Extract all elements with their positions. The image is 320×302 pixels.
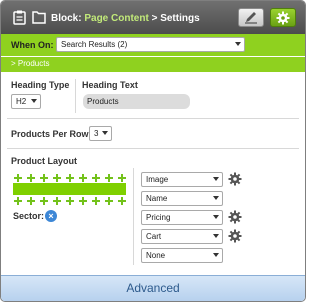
product-layout-label: Product Layout — [11, 156, 78, 166]
add-icon[interactable] — [53, 174, 61, 182]
gear-icon[interactable] — [228, 229, 242, 245]
heading-text-input[interactable]: Products — [83, 94, 190, 109]
add-icon[interactable] — [118, 197, 126, 205]
breadcrumb: Block: Page Content > Settings — [51, 13, 200, 24]
add-icon[interactable] — [40, 197, 48, 205]
chevron-down-icon — [213, 196, 219, 200]
chevron-down-icon — [102, 131, 108, 135]
add-icon[interactable] — [79, 197, 87, 205]
layout-sector-bar[interactable] — [13, 183, 126, 195]
settings-button[interactable] — [270, 8, 296, 27]
layout-slot-1-value: Image — [146, 175, 169, 184]
products-per-row-select[interactable]: 3 — [89, 126, 112, 141]
block-settings-panel: Block: Page Content > Settings When On: … — [0, 0, 306, 302]
layout-slot-5-value: None — [146, 251, 166, 260]
divider — [7, 118, 299, 119]
layout-add-row-top — [14, 174, 126, 182]
layout-slot-2-select[interactable]: Name — [141, 191, 223, 206]
add-icon[interactable] — [92, 197, 100, 205]
divider — [133, 168, 134, 265]
chevron-down-icon — [31, 99, 37, 103]
chevron-down-icon — [213, 253, 219, 257]
add-icon[interactable] — [14, 197, 22, 205]
folder-icon — [32, 10, 46, 26]
products-section-header[interactable]: > Products — [1, 56, 305, 72]
layout-slot-3-value: Pricing — [146, 213, 171, 222]
add-icon[interactable] — [105, 174, 113, 182]
products-per-row-label: Products Per Row — [11, 129, 89, 139]
products-section-title: > Products — [11, 59, 50, 68]
heading-text-label: Heading Text — [82, 80, 138, 90]
divider — [7, 148, 299, 149]
gear-icon[interactable] — [228, 210, 242, 226]
products-per-row-value: 3 — [94, 129, 99, 138]
sector-label: Sector: — [13, 211, 45, 221]
add-icon[interactable] — [27, 174, 35, 182]
breadcrumb-separator: > — [151, 13, 158, 24]
when-on-bar: When On: Search Results (2) — [1, 34, 305, 56]
pencil-icon — [245, 12, 257, 24]
when-on-select[interactable]: Search Results (2) — [56, 37, 245, 52]
add-icon[interactable] — [92, 174, 100, 182]
remove-sector-button[interactable]: × — [45, 210, 57, 222]
divider — [75, 79, 76, 113]
layout-slot-5-select[interactable]: None — [141, 248, 223, 263]
add-icon[interactable] — [118, 174, 126, 182]
breadcrumb-current: Settings — [160, 13, 200, 24]
add-icon[interactable] — [105, 197, 113, 205]
heading-type-select[interactable]: H2 — [11, 94, 41, 109]
layout-slot-4-value: Cart — [146, 232, 162, 241]
chevron-down-icon — [235, 42, 241, 46]
gear-icon — [276, 11, 290, 25]
title-bar: Block: Page Content > Settings — [1, 1, 305, 34]
chevron-down-icon — [213, 215, 219, 219]
layout-slot-1-select[interactable]: Image — [141, 172, 223, 187]
breadcrumb-block-label: Block: — [51, 13, 82, 24]
breadcrumb-page-content-link[interactable]: Page Content — [84, 13, 148, 24]
layout-slot-4-select[interactable]: Cart — [141, 229, 223, 244]
layout-add-row-bottom — [14, 197, 126, 205]
add-icon[interactable] — [40, 174, 48, 182]
gear-icon[interactable] — [228, 172, 242, 188]
clipboard-icon — [13, 10, 26, 27]
when-on-label: When On: — [11, 40, 54, 50]
add-icon[interactable] — [66, 174, 74, 182]
heading-type-label: Heading Type — [11, 80, 70, 90]
heading-type-value: H2 — [16, 97, 27, 106]
add-icon[interactable] — [66, 197, 74, 205]
add-icon[interactable] — [79, 174, 87, 182]
add-icon[interactable] — [53, 197, 61, 205]
layout-slot-3-select[interactable]: Pricing — [141, 210, 223, 225]
advanced-button[interactable]: Advanced — [1, 275, 305, 301]
when-on-value: Search Results (2) — [61, 40, 128, 49]
chevron-down-icon — [213, 234, 219, 238]
edit-button[interactable] — [238, 8, 264, 27]
chevron-down-icon — [213, 177, 219, 181]
add-icon[interactable] — [27, 197, 35, 205]
add-icon[interactable] — [14, 174, 22, 182]
layout-slot-2-value: Name — [146, 194, 168, 203]
